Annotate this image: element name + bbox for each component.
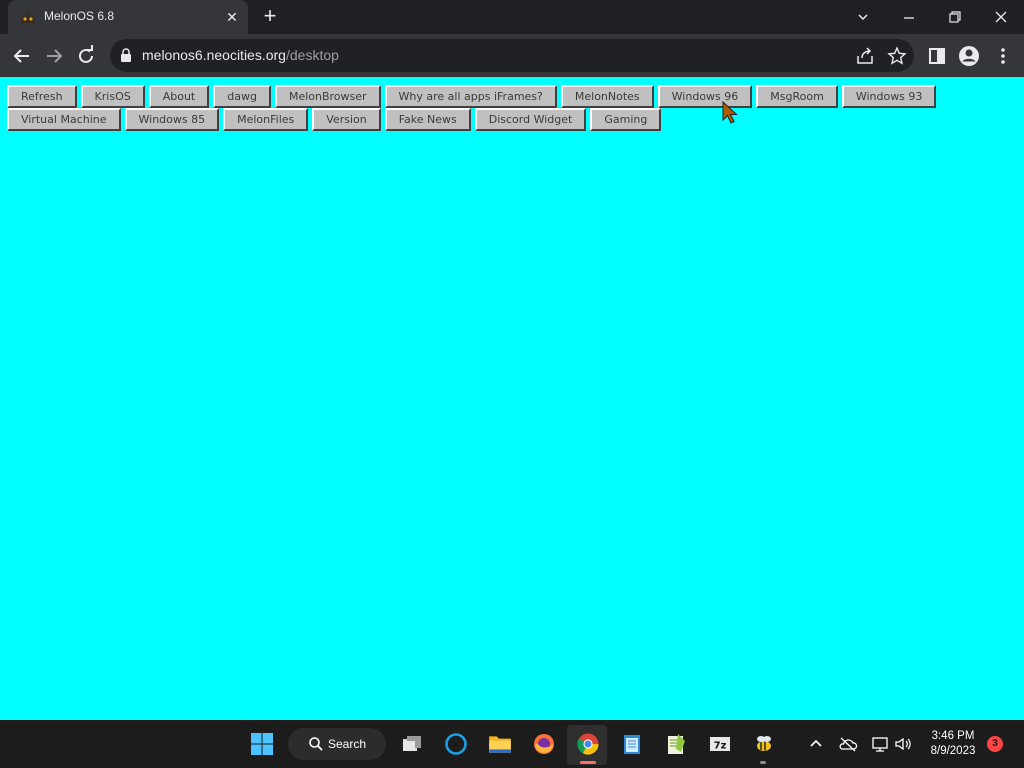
app-button-fake-news[interactable]: Fake News (384, 108, 471, 131)
new-tab-button[interactable]: + (258, 5, 282, 29)
7zip-icon[interactable]: 7z (704, 728, 736, 760)
taskbar-search-button[interactable]: Search (288, 728, 386, 760)
app-button-melonfiles[interactable]: MelonFiles (223, 108, 309, 131)
search-icon (308, 736, 324, 752)
app-button-version[interactable]: Version (312, 108, 381, 131)
notepad-plus-plus-icon[interactable] (660, 728, 692, 760)
app-button-grid: Refresh KrisOS About dawg MelonBrowser Why ar… (7, 85, 1017, 131)
app-button-msgroom[interactable]: MsgRoom (756, 85, 838, 108)
app-button-discord-widget[interactable]: Discord Widget (474, 108, 587, 131)
url-text[interactable]: melonos6.neocities.org/desktop (142, 47, 339, 63)
app-button-dawg[interactable]: dawg (213, 85, 271, 108)
onedrive-offline-icon[interactable] (838, 734, 858, 754)
app-button-melonbrowser[interactable]: MelonBrowser (274, 85, 381, 108)
app-button-windows-93[interactable]: Windows 93 (841, 85, 937, 108)
file-explorer-icon[interactable] (484, 728, 516, 760)
search-label: Search (328, 737, 367, 751)
app-button-refresh[interactable]: Refresh (7, 85, 77, 108)
task-view-icon[interactable] (396, 728, 428, 760)
app-button-virtual-machine[interactable]: Virtual Machine (7, 108, 121, 131)
melonos-desktop: Refresh KrisOS About dawg MelonBrowser Why ar… (0, 77, 1024, 720)
app-button-about[interactable]: About (148, 85, 210, 108)
app-button-gaming[interactable]: Gaming (590, 108, 662, 131)
melon-favicon-icon (20, 10, 36, 24)
tab-title: MelonOS 6.8 (44, 9, 115, 23)
browser-toolbar: melonos6.neocities.org/desktop (0, 34, 1024, 77)
windows-start-icon[interactable] (246, 728, 278, 760)
bookmark-star-icon[interactable] (886, 45, 908, 67)
clock-date: 8/9/2023 (930, 745, 976, 757)
browser-tab[interactable]: MelonOS 6.8 ✕ (8, 0, 248, 34)
windows-taskbar: Search 7z 3:46 PM 8/9/2023 3 (0, 720, 1024, 768)
chrome-icon[interactable] (572, 728, 604, 760)
close-window-button[interactable] (988, 4, 1014, 30)
app-button-melonnotes[interactable]: MelonNotes (560, 85, 654, 108)
notepad-icon[interactable] (616, 728, 648, 760)
app-button-krisos[interactable]: KrisOS (80, 85, 145, 108)
clock-time: 3:46 PM (931, 730, 975, 742)
bee-app-running-indicator (760, 761, 766, 764)
restore-button[interactable] (942, 4, 968, 30)
cortana-icon[interactable] (440, 728, 472, 760)
taskbar-clock[interactable]: 3:46 PM 8/9/2023 (918, 729, 988, 759)
forward-arrow-icon[interactable] (40, 42, 68, 70)
address-bar[interactable]: melonos6.neocities.org/desktop (110, 39, 914, 72)
notification-badge[interactable]: 3 (987, 736, 1003, 752)
menu-kebab-icon[interactable] (990, 43, 1016, 69)
side-panel-icon[interactable] (924, 43, 950, 69)
lock-icon[interactable] (120, 48, 132, 62)
volume-icon[interactable] (893, 734, 913, 754)
back-arrow-icon[interactable] (8, 42, 36, 70)
app-button-why-are-all-apps-iframes[interactable]: Why are all apps iFrames? (384, 85, 557, 108)
profile-icon[interactable] (956, 43, 982, 69)
svg-text:7z: 7z (714, 741, 727, 752)
mouse-cursor-icon (722, 100, 740, 125)
firefox-icon[interactable] (528, 728, 560, 760)
reload-icon[interactable] (72, 42, 100, 70)
tab-search-icon[interactable] (850, 4, 876, 30)
tab-close-icon[interactable]: ✕ (222, 7, 242, 27)
chrome-running-indicator (580, 761, 596, 764)
browser-tab-strip: MelonOS 6.8 ✕ + (0, 0, 1024, 34)
share-icon[interactable] (854, 45, 876, 67)
minimize-button[interactable] (896, 4, 922, 30)
bee-app-icon[interactable] (748, 728, 780, 760)
show-hidden-icons-chevron-icon[interactable] (806, 734, 826, 754)
app-button-windows-85[interactable]: Windows 85 (124, 108, 220, 131)
network-icon[interactable] (870, 734, 890, 754)
